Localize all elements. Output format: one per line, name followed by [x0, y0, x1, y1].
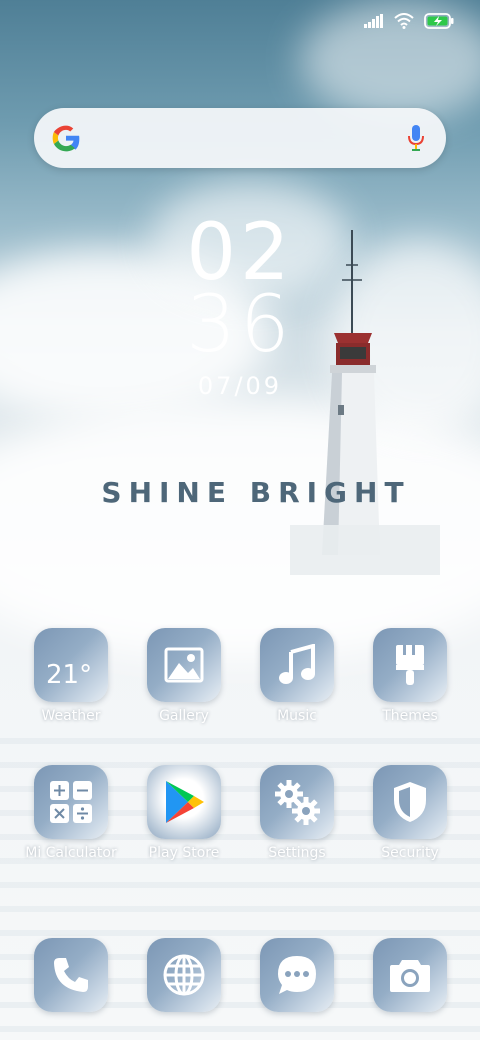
- music-glyph: [279, 644, 315, 684]
- app-weather[interactable]: 21° Weather: [15, 628, 127, 724]
- dock-camera[interactable]: [354, 938, 466, 1012]
- battery-charging-icon: [424, 13, 454, 29]
- phone-icon[interactable]: [34, 938, 108, 1012]
- globe-glyph: [163, 954, 205, 996]
- mic-icon[interactable]: [406, 124, 426, 152]
- weather-temperature: 21°: [46, 660, 93, 690]
- app-label: Music: [277, 708, 317, 724]
- weather-icon[interactable]: 21°: [34, 628, 108, 702]
- gears-glyph: [275, 780, 320, 825]
- play-store-glyph: [166, 781, 204, 823]
- app-play-store[interactable]: Play Store: [128, 765, 240, 861]
- music-note-icon[interactable]: [260, 628, 334, 702]
- dock-messages[interactable]: [241, 938, 353, 1012]
- camera-glyph: [390, 960, 430, 992]
- app-security[interactable]: Security: [354, 765, 466, 861]
- google-g-icon: [52, 125, 80, 152]
- clock-date[interactable]: 07/09: [0, 372, 480, 400]
- app-label: Settings: [268, 845, 326, 861]
- app-settings[interactable]: Settings: [241, 765, 353, 861]
- app-themes[interactable]: Themes: [354, 628, 466, 724]
- app-label: Security: [381, 845, 439, 861]
- paintbrush-icon[interactable]: [373, 628, 447, 702]
- chat-glyph: [278, 956, 316, 994]
- app-calculator[interactable]: Mi Calculator: [15, 765, 127, 861]
- play-store-icon[interactable]: [147, 765, 221, 839]
- dock-browser[interactable]: [128, 938, 240, 1012]
- calculator-icon[interactable]: [34, 765, 108, 839]
- app-label: Play Store: [148, 845, 220, 861]
- app-label: Weather: [41, 708, 101, 724]
- camera-icon[interactable]: [373, 938, 447, 1012]
- gallery-icon[interactable]: [147, 628, 221, 702]
- brush-glyph: [396, 645, 424, 685]
- app-label: Mi Calculator: [25, 845, 117, 861]
- app-music[interactable]: Music: [241, 628, 353, 724]
- globe-icon[interactable]: [147, 938, 221, 1012]
- phone-glyph: [54, 958, 88, 992]
- shield-glyph: [394, 782, 426, 822]
- dock-phone[interactable]: [15, 938, 127, 1012]
- google-search-bar[interactable]: [34, 108, 446, 168]
- shield-icon[interactable]: [373, 765, 447, 839]
- home-screen: 02 36 07/09 SHINE BRIGHT 21° Weather Gal…: [0, 0, 480, 1040]
- app-gallery[interactable]: Gallery: [128, 628, 240, 724]
- gears-icon[interactable]: [260, 765, 334, 839]
- wifi-icon: [394, 13, 414, 29]
- chat-bubble-icon[interactable]: [260, 938, 334, 1012]
- app-label: Themes: [382, 708, 438, 724]
- calculator-glyph: [50, 781, 92, 823]
- gallery-image-glyph: [164, 647, 204, 683]
- cell-signal-icon: [364, 14, 383, 28]
- status-bar: [364, 10, 454, 32]
- wallpaper-tagline: SHINE BRIGHT: [101, 476, 411, 509]
- app-label: Gallery: [159, 708, 209, 724]
- clock-minutes[interactable]: 36: [0, 280, 480, 370]
